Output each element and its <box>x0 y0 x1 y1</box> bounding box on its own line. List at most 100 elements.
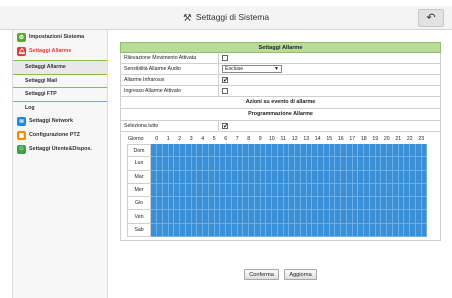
schedule-cell[interactable] <box>231 210 243 224</box>
sidebar-subitem-settaggi-allarme[interactable]: Settaggi Allarme <box>13 61 107 75</box>
schedule-cell[interactable] <box>335 223 347 238</box>
schedule-cell[interactable] <box>266 157 278 171</box>
schedule-cell[interactable] <box>392 197 404 211</box>
schedule-cell[interactable] <box>162 197 174 211</box>
schedule-cell[interactable] <box>392 170 404 184</box>
schedule-cell[interactable] <box>243 223 255 238</box>
motion-checkbox[interactable] <box>222 55 228 61</box>
schedule-cell[interactable] <box>220 170 232 184</box>
schedule-cell[interactable] <box>346 183 358 198</box>
schedule-cell[interactable] <box>162 210 174 224</box>
schedule-cell[interactable] <box>220 210 232 224</box>
day-label[interactable]: Mar <box>127 170 151 184</box>
schedule-cell[interactable] <box>208 210 220 224</box>
schedule-cell[interactable] <box>243 144 255 158</box>
schedule-cell[interactable] <box>335 144 347 158</box>
schedule-cell[interactable] <box>289 144 301 158</box>
schedule-cell[interactable] <box>266 197 278 211</box>
schedule-cell[interactable] <box>369 157 381 171</box>
schedule-cell[interactable] <box>277 144 289 158</box>
sidebar-item-settaggi-allarme[interactable]: 🔔︎ Settaggi Allarme <box>13 45 107 57</box>
infrared-checkbox[interactable] <box>222 76 228 84</box>
audio-sensitivity-select[interactable]: Escluse ▼ <box>222 65 282 73</box>
schedule-cell[interactable] <box>243 197 255 211</box>
schedule-cell[interactable] <box>312 183 324 198</box>
input-checkbox[interactable] <box>222 88 228 94</box>
schedule-cell[interactable] <box>220 183 232 198</box>
schedule-cell[interactable] <box>358 170 370 184</box>
schedule-cell[interactable] <box>369 183 381 198</box>
schedule-cell[interactable] <box>335 170 347 184</box>
schedule-cell[interactable] <box>266 223 278 238</box>
schedule-cell[interactable] <box>208 157 220 171</box>
schedule-cell[interactable] <box>300 157 312 171</box>
schedule-cell[interactable] <box>243 183 255 198</box>
schedule-cell[interactable] <box>369 144 381 158</box>
schedule-cell[interactable] <box>358 223 370 238</box>
schedule-cell[interactable] <box>266 210 278 224</box>
schedule-cell[interactable] <box>162 157 174 171</box>
schedule-cell[interactable] <box>174 144 186 158</box>
schedule-cell[interactable] <box>381 157 393 171</box>
schedule-cell[interactable] <box>208 223 220 238</box>
schedule-cell[interactable] <box>254 183 266 198</box>
schedule-cell[interactable] <box>231 223 243 238</box>
schedule-cell[interactable] <box>300 223 312 238</box>
schedule-cell[interactable] <box>185 170 197 184</box>
schedule-cell[interactable] <box>369 197 381 211</box>
schedule-cell[interactable] <box>415 144 427 158</box>
schedule-cell[interactable] <box>254 157 266 171</box>
schedule-cell[interactable] <box>266 144 278 158</box>
sidebar-item-settaggi-utente[interactable]: ☺ Settaggi Utente&Dispos. <box>13 143 107 155</box>
schedule-cell[interactable] <box>151 197 163 211</box>
schedule-cell[interactable] <box>415 183 427 198</box>
schedule-cell[interactable] <box>162 183 174 198</box>
schedule-cell[interactable] <box>231 170 243 184</box>
schedule-cell[interactable] <box>404 197 416 211</box>
schedule-cell[interactable] <box>289 183 301 198</box>
schedule-cell[interactable] <box>381 210 393 224</box>
schedule-cell[interactable] <box>254 170 266 184</box>
day-label[interactable]: Ven <box>127 210 151 224</box>
schedule-cell[interactable] <box>369 210 381 224</box>
schedule-cell[interactable] <box>231 183 243 198</box>
schedule-cell[interactable] <box>381 170 393 184</box>
schedule-cell[interactable] <box>220 197 232 211</box>
schedule-cell[interactable] <box>323 157 335 171</box>
schedule-cell[interactable] <box>392 183 404 198</box>
schedule-cell[interactable] <box>392 223 404 238</box>
schedule-cell[interactable] <box>197 144 209 158</box>
schedule-cell[interactable] <box>392 144 404 158</box>
schedule-cell[interactable] <box>300 197 312 211</box>
schedule-cell[interactable] <box>323 170 335 184</box>
schedule-cell[interactable] <box>174 170 186 184</box>
sidebar-subitem-settaggi-mail[interactable]: Settaggi Mail <box>13 75 107 88</box>
schedule-cell[interactable] <box>392 157 404 171</box>
schedule-cell[interactable] <box>151 223 163 238</box>
schedule-cell[interactable] <box>185 197 197 211</box>
schedule-cell[interactable] <box>358 144 370 158</box>
schedule-cell[interactable] <box>358 183 370 198</box>
schedule-cell[interactable] <box>323 197 335 211</box>
schedule-cell[interactable] <box>381 183 393 198</box>
schedule-cell[interactable] <box>277 223 289 238</box>
schedule-cell[interactable] <box>220 157 232 171</box>
schedule-cell[interactable] <box>369 170 381 184</box>
schedule-cell[interactable] <box>277 170 289 184</box>
schedule-cell[interactable] <box>312 157 324 171</box>
schedule-cell[interactable] <box>312 170 324 184</box>
schedule-cell[interactable] <box>208 170 220 184</box>
schedule-cell[interactable] <box>243 170 255 184</box>
schedule-cell[interactable] <box>312 197 324 211</box>
schedule-cell[interactable] <box>335 183 347 198</box>
sidebar-subitem-settaggi-ftp[interactable]: Settaggi FTP <box>13 88 107 102</box>
day-label[interactable]: Dom <box>127 144 151 158</box>
schedule-cell[interactable] <box>231 144 243 158</box>
day-label[interactable]: Lun <box>127 157 151 171</box>
schedule-cell[interactable] <box>358 157 370 171</box>
schedule-cell[interactable] <box>300 170 312 184</box>
schedule-cell[interactable] <box>220 223 232 238</box>
schedule-cell[interactable] <box>323 223 335 238</box>
schedule-cell[interactable] <box>277 210 289 224</box>
schedule-cell[interactable] <box>404 170 416 184</box>
